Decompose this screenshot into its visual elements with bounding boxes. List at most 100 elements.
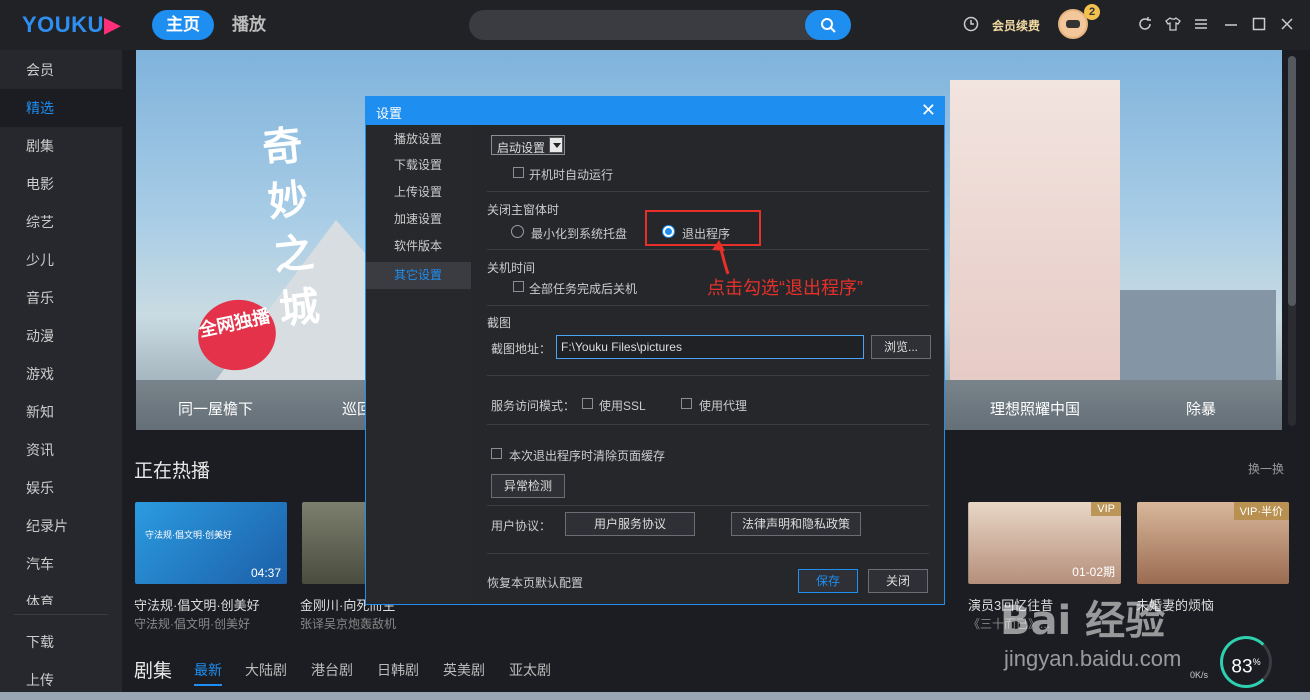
minimize-label: 最小化到系统托盘 [531,227,628,241]
menu-icon[interactable] [1193,16,1209,32]
divider [487,375,929,376]
tab-play[interactable]: 播放 [218,10,280,40]
youku-logo[interactable]: YOUKU▶ [22,12,121,38]
refresh-button[interactable]: 换一换 [1248,460,1284,477]
category-tab-usuk[interactable]: 英美剧 [443,660,485,680]
divider [487,191,929,192]
category-section-title: 剧集 [134,661,173,682]
category-tab-latest[interactable]: 最新 [194,660,222,686]
nav-upload-settings[interactable]: 上传设置 [366,179,471,206]
vip-badge: VIP·半价 [1233,502,1289,520]
nav-accel-settings[interactable]: 加速设置 [366,206,471,233]
screenshot-section-label: 截图 [487,316,512,330]
sidebar-item-series[interactable]: 剧集 [0,127,122,165]
close-section-label: 关闭主窗体时 [487,203,560,217]
app-window: YOUKU▶ 主页 播放 会员续费 2 会员 精选 剧集 电影 综艺 少儿 音乐… [0,0,1310,700]
save-button[interactable]: 保存 [798,569,858,593]
sidebar-item-download[interactable]: 下载 [0,623,122,661]
sidebar-item-news[interactable]: 资讯 [0,431,122,469]
ssl-label: 使用SSL [599,399,646,413]
sidebar-item-anime[interactable]: 动漫 [0,317,122,355]
annotation-arrow-icon [712,240,730,275]
sidebar: 会员 精选 剧集 电影 综艺 少儿 音乐 动漫 游戏 新知 资讯 娱乐 纪录片 … [0,50,122,700]
nav-other-settings[interactable]: 其它设置 [366,262,471,289]
maximize-icon[interactable] [1251,16,1267,32]
video-card[interactable]: 守法规·倡文明·创美好 04:37 [135,502,287,584]
nav-software-version[interactable]: 软件版本 [366,233,471,260]
screenshot-path-label: 截图地址： [491,342,552,356]
clear-cache-checkbox[interactable] [491,448,502,459]
user-agreement-button[interactable]: 用户服务协议 [565,512,695,536]
banner-label[interactable]: 理想照耀中国 [990,398,1080,419]
top-bar: YOUKU▶ 主页 播放 会员续费 2 [0,0,1310,50]
card-subtitle: 张译吴京炮轰敌机 [300,617,397,631]
category-tab-jpkr[interactable]: 日韩剧 [377,660,419,680]
nav-play-settings[interactable]: 播放设置 [366,126,471,153]
search-input[interactable] [469,10,851,40]
sidebar-item-movies[interactable]: 电影 [0,165,122,203]
annotation-text: 点击勾选“退出程序” [707,278,863,298]
search-icon [821,18,836,33]
screenshot-path-input[interactable]: F:\Youku Files\pictures [556,335,864,359]
search-button[interactable] [805,10,851,40]
video-card[interactable]: VIP·半价 [1137,502,1289,584]
sidebar-item-knowledge[interactable]: 新知 [0,393,122,431]
refresh-icon[interactable] [1137,16,1153,32]
sidebar-divider [14,614,108,615]
sidebar-item-documentary[interactable]: 纪录片 [0,507,122,545]
divider [487,424,929,425]
minimize-icon[interactable] [1223,16,1239,32]
proxy-label: 使用代理 [699,399,748,413]
sidebar-item-games[interactable]: 游戏 [0,355,122,393]
vip-renew-link[interactable]: 会员续费 [992,17,1040,34]
banner-label[interactable]: 除暴 [1186,398,1216,419]
divider [487,305,929,306]
close-icon[interactable] [1279,16,1295,32]
tab-home[interactable]: 主页 [152,10,214,40]
detect-button[interactable]: 异常检测 [491,474,565,498]
card-duration: 04:37 [250,566,281,580]
ssl-checkbox[interactable] [582,398,593,409]
banner-label[interactable]: 同一屋檐下 [178,398,253,419]
dialog-title: 设置 [376,106,403,121]
category-tab-asia[interactable]: 亚太剧 [509,660,551,680]
sidebar-item-entertainment[interactable]: 娱乐 [0,469,122,507]
startup-select[interactable]: 启动设置 [491,135,565,155]
avatar-badge: 2 [1084,4,1100,20]
sidebar-item-vip[interactable]: 会员 [0,51,122,89]
history-icon[interactable] [963,16,979,32]
autostart-checkbox[interactable] [513,167,524,178]
legal-privacy-button[interactable]: 法律声明和隐私政策 [731,512,861,536]
nav-download-settings[interactable]: 下载设置 [366,152,471,179]
sidebar-item-sports[interactable]: 体育 [0,583,122,605]
sidebar-item-featured[interactable]: 精选 [0,89,122,127]
shutdown-checkbox[interactable] [513,281,524,292]
download-speed: 0K/s [1190,670,1209,680]
skin-icon[interactable] [1165,16,1181,32]
restore-defaults-link[interactable]: 恢复本页默认配置 [487,574,583,591]
dialog-title-bar[interactable]: 设置 ✕ [366,97,944,125]
category-tab-mainland[interactable]: 大陆剧 [245,660,287,680]
service-mode-label: 服务访问模式： [491,399,576,413]
chevron-down-icon[interactable] [549,137,563,153]
proxy-checkbox[interactable] [681,398,692,409]
close-button[interactable]: 关闭 [868,569,928,593]
video-card[interactable]: VIP 01-02期 [969,502,1121,584]
category-tab-hktw[interactable]: 港台剧 [311,660,353,680]
scrollbar[interactable] [1288,56,1296,426]
minimize-radio[interactable] [511,225,524,238]
card-title[interactable]: 守法规·倡文明·创美好 [134,595,284,614]
autostart-label: 开机时自动运行 [529,168,614,182]
sidebar-item-variety[interactable]: 综艺 [0,203,122,241]
sidebar-item-music[interactable]: 音乐 [0,279,122,317]
browse-button[interactable]: 浏览... [871,335,931,359]
dialog-nav: 播放设置 下载设置 上传设置 加速设置 软件版本 其它设置 [366,125,471,604]
sidebar-item-kids[interactable]: 少儿 [0,241,122,279]
banner-poster [950,80,1120,380]
dialog-close-icon[interactable]: ✕ [921,100,936,121]
clear-cache-label: 本次退出程序时清除页面缓存 [509,449,666,463]
scrollbar-thumb[interactable] [1288,56,1296,306]
sidebar-item-auto[interactable]: 汽车 [0,545,122,583]
download-gauge[interactable]: 83% [1220,636,1272,688]
card-thumb-text: 守法规·倡文明·创美好 [145,530,232,540]
